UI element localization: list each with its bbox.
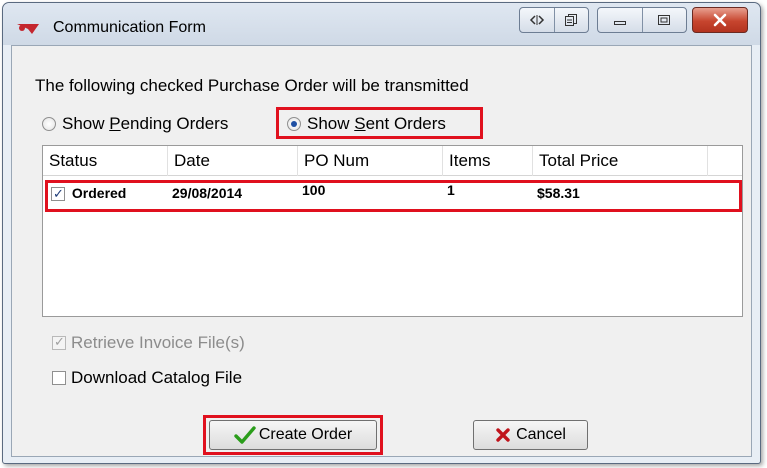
- pending-radio-label: Show Pending Orders: [62, 114, 229, 133]
- sent-radio-circle[interactable]: [287, 117, 301, 131]
- column-header-date[interactable]: Date: [168, 146, 298, 176]
- retrieve-invoice-label: Retrieve Invoice File(s): [71, 333, 245, 352]
- column-header-items[interactable]: Items: [443, 146, 533, 176]
- title-bar[interactable]: Communication Form: [3, 3, 760, 45]
- create-order-label: Create Order: [258, 426, 353, 443]
- download-catalog-label: Download Catalog File: [71, 368, 243, 387]
- show-sent-orders-radio[interactable]: Show Sent Orders: [287, 114, 446, 134]
- extra-titlebar-buttons: [519, 7, 589, 33]
- sent-radio-label: Show Sent Orders: [307, 114, 446, 133]
- checkmark-icon: [234, 426, 256, 444]
- form-body: The following checked Purchase Order wil…: [11, 45, 752, 457]
- app-logo-icon: [17, 24, 39, 34]
- resize-toggle-button[interactable]: [520, 8, 554, 32]
- column-header-po-num[interactable]: PO Num: [298, 146, 443, 176]
- retrieve-invoice-box[interactable]: [52, 334, 66, 350]
- show-pending-orders-radio[interactable]: Show Pending Orders: [42, 114, 228, 134]
- grid-header: Status Date PO Num Items Total Price: [43, 146, 742, 176]
- retrieve-invoice-checkbox[interactable]: Retrieve Invoice File(s): [52, 333, 245, 353]
- column-header-filler: [708, 146, 743, 176]
- form-caption: The following checked Purchase Order wil…: [35, 76, 469, 95]
- cancel-x-icon: [496, 428, 510, 442]
- minimize-button[interactable]: [598, 8, 642, 32]
- create-order-button[interactable]: Create Order: [209, 420, 377, 450]
- communication-form-window: Communication Form The following checked…: [2, 2, 761, 464]
- maximize-button[interactable]: [641, 8, 686, 32]
- window-title: Communication Form: [53, 19, 206, 36]
- arrows-horizontal-icon: [529, 15, 545, 25]
- pending-radio-circle[interactable]: [42, 117, 56, 131]
- cancel-button[interactable]: Cancel: [473, 420, 588, 450]
- copy-window-button[interactable]: [553, 8, 588, 32]
- copy-icon: [565, 14, 578, 26]
- minimize-icon: [613, 21, 626, 25]
- download-catalog-box[interactable]: [52, 371, 66, 385]
- close-button[interactable]: [692, 7, 748, 33]
- column-header-status[interactable]: Status: [43, 146, 168, 176]
- close-icon: [713, 13, 727, 27]
- column-header-total-price[interactable]: Total Price: [533, 146, 708, 176]
- orders-grid[interactable]: Status Date PO Num Items Total Price Ord…: [42, 145, 743, 317]
- cancel-label: Cancel: [516, 426, 566, 443]
- maximize-icon: [658, 15, 671, 25]
- window-controls: [597, 7, 687, 33]
- download-catalog-checkbox[interactable]: Download Catalog File: [52, 368, 242, 388]
- order-row-highlight: [45, 180, 742, 212]
